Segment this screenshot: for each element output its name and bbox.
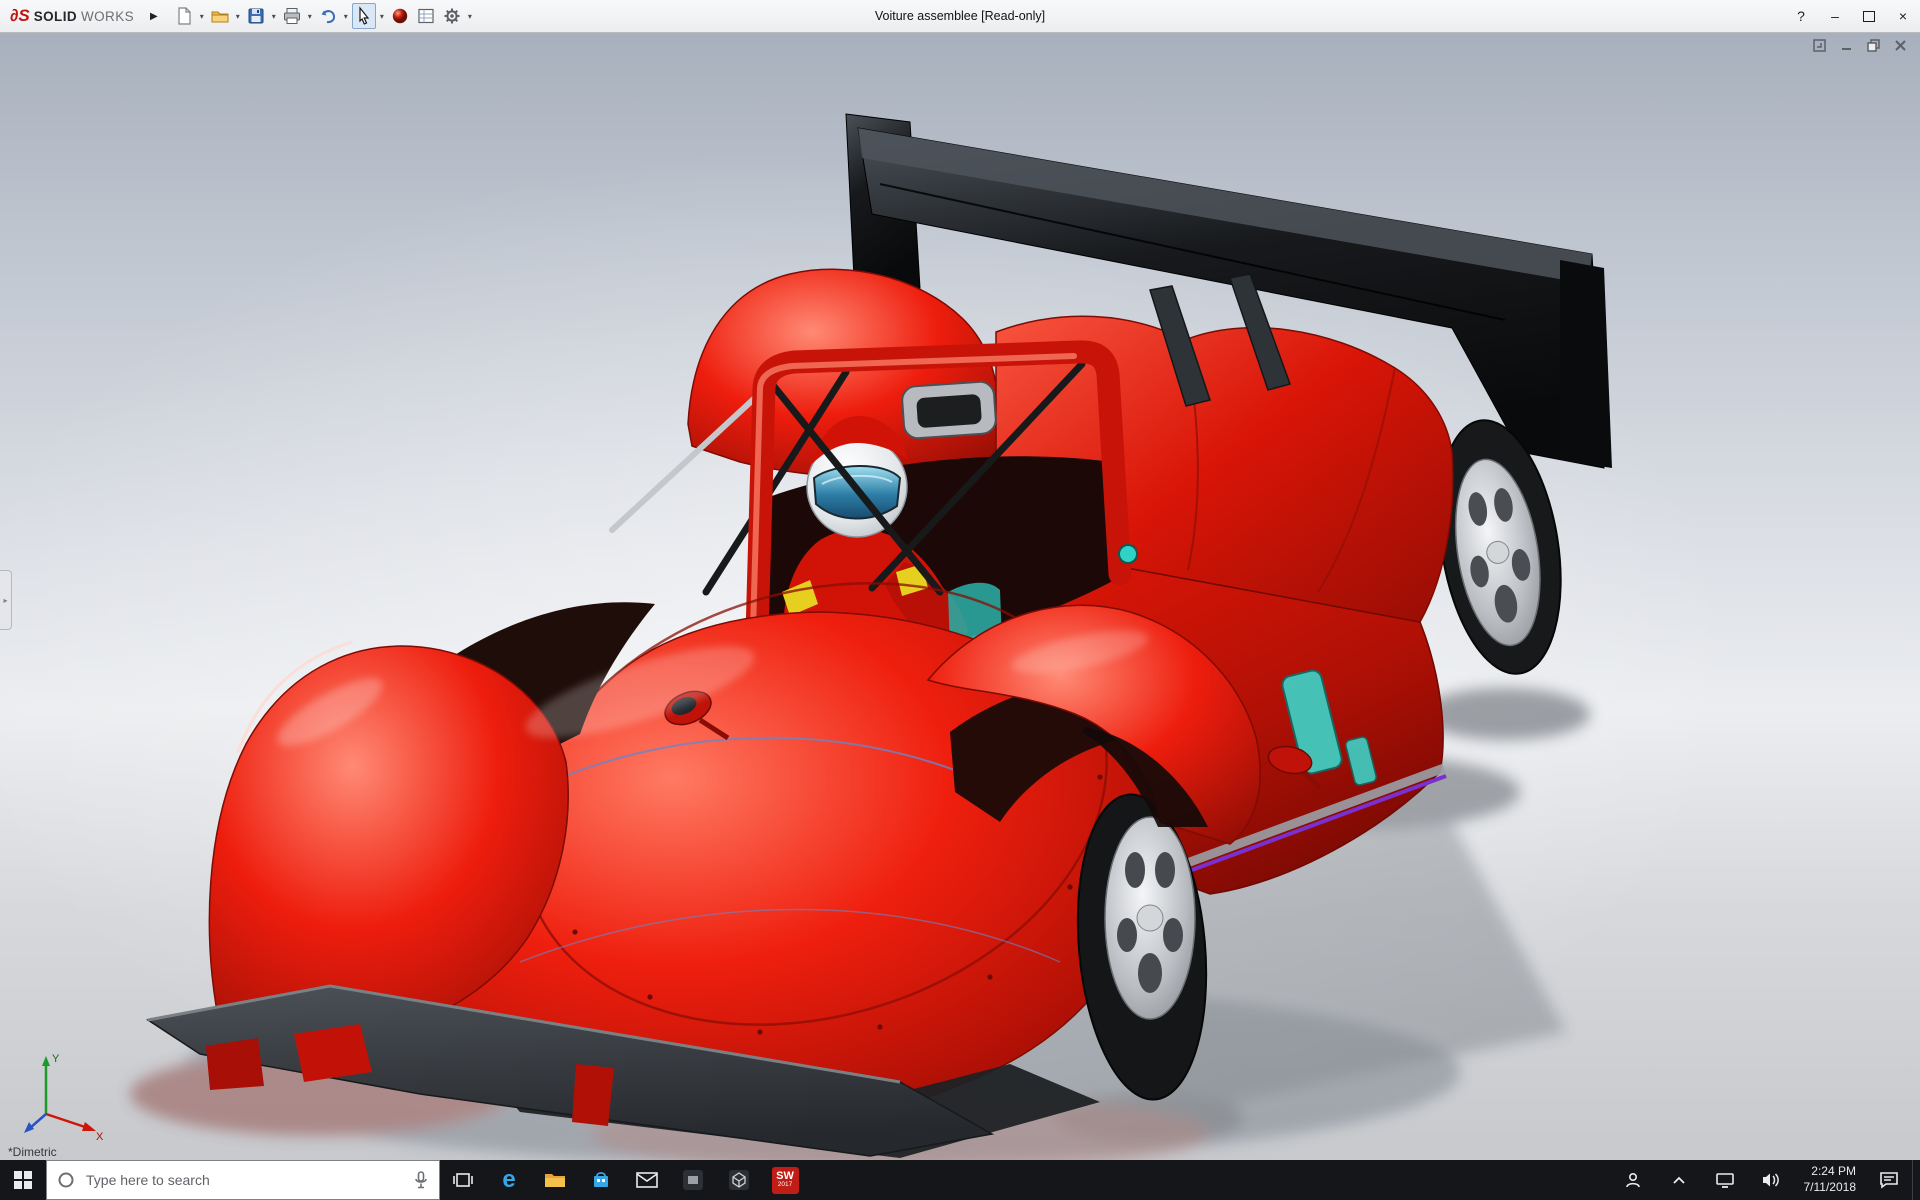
undo-button[interactable] [316, 3, 340, 29]
search-icon [58, 1172, 74, 1188]
volume-icon [1762, 1173, 1779, 1187]
dark-app-2-icon [729, 1170, 749, 1190]
save-button[interactable] [244, 3, 268, 29]
drawing-sheet-button[interactable] [414, 3, 438, 29]
titlebar: ∂S SOLID WORKS ▶ ▾ ▾ ▾ ▾ ▾ ▾ ▾ Voiture a… [0, 0, 1920, 33]
options-gear-icon [444, 8, 460, 24]
model-scene [130, 113, 1612, 1160]
brand-works: WORKS [81, 9, 135, 24]
view-orientation-label: *Dimetric [8, 1145, 57, 1159]
file-explorer-icon [545, 1174, 565, 1187]
open-folder-icon [211, 11, 229, 23]
window-title: Voiture assemblee [Read-only] [874, 9, 1046, 23]
new-dropdown-caret[interactable]: ▾ [198, 12, 206, 21]
people-button[interactable] [1610, 1160, 1656, 1200]
doc-close-icon[interactable] [1893, 38, 1908, 53]
dark-app-1-icon [683, 1170, 703, 1190]
maximize-button[interactable] [1852, 0, 1886, 32]
doc-restore-icon[interactable] [1866, 38, 1881, 53]
new-document-button[interactable] [172, 3, 196, 29]
clock-date: 7/11/2018 [1803, 1180, 1857, 1194]
taskbar-search[interactable] [46, 1160, 440, 1200]
doc-minimize-icon[interactable] [1839, 38, 1854, 53]
taskbar-mail-button[interactable] [624, 1160, 670, 1200]
select-dropdown-caret[interactable]: ▾ [378, 12, 386, 21]
taskbar-file-explorer-button[interactable] [532, 1160, 578, 1200]
print-icon [283, 8, 300, 24]
triad-y-label: Y [52, 1053, 60, 1065]
close-button[interactable]: × [1886, 0, 1920, 32]
dassault-3ds-logo-icon: ∂S [10, 6, 30, 25]
menu-flyout-arrow[interactable]: ▶ [142, 7, 166, 26]
save-dropdown-caret[interactable]: ▾ [270, 12, 278, 21]
appearance-sphere-icon [392, 8, 408, 24]
new-document-icon [178, 7, 191, 25]
show-desktop-button[interactable] [1912, 1160, 1920, 1200]
undo-dropdown-caret[interactable]: ▾ [342, 12, 350, 21]
system-tray: 2:24 PM 7/11/2018 [1610, 1160, 1920, 1200]
select-tool-button[interactable] [351, 3, 376, 29]
document-window-controls [1812, 38, 1908, 53]
chevron-up-icon [1672, 1176, 1685, 1184]
microphone-icon[interactable] [413, 1171, 429, 1189]
options-button[interactable] [440, 3, 464, 29]
windows-taskbar: e [0, 1160, 1920, 1200]
clock-time: 2:24 PM [1811, 1164, 1856, 1179]
volume-button[interactable] [1748, 1160, 1794, 1200]
network-icon [1715, 1173, 1734, 1188]
taskbar-store-button[interactable] [578, 1160, 624, 1200]
maximize-icon [1863, 10, 1875, 22]
main-toolbar: ▾ ▾ ▾ ▾ ▾ ▾ ▾ [172, 3, 474, 29]
save-floppy-icon [248, 8, 264, 24]
start-button[interactable] [0, 1160, 46, 1200]
print-button[interactable] [280, 3, 304, 29]
taskbar-clock[interactable]: 2:24 PM 7/11/2018 [1794, 1160, 1867, 1200]
options-dropdown-caret[interactable]: ▾ [466, 12, 474, 21]
taskbar-edge-button[interactable]: e [486, 1160, 532, 1200]
minimize-button[interactable]: – [1818, 0, 1852, 32]
doc-menu-icon[interactable] [1812, 38, 1827, 53]
notifications-button[interactable] [1866, 1160, 1912, 1200]
task-view-icon [453, 1173, 473, 1187]
people-icon [1625, 1172, 1640, 1188]
windows-logo-icon [14, 1171, 32, 1189]
solidworks-icon: SW 2017 [771, 1166, 799, 1194]
undo-arrow-icon [321, 10, 335, 24]
search-input[interactable] [84, 1171, 404, 1189]
triad-x-label: X [96, 1131, 104, 1140]
graphics-area[interactable]: ▸ Y X *Dimetric [0, 32, 1920, 1160]
edge-icon: e [502, 1166, 516, 1193]
network-button[interactable] [1702, 1160, 1748, 1200]
drawing-sheet-icon [418, 8, 434, 24]
appearance-button[interactable] [388, 3, 412, 29]
taskbar-app-dark-2-button[interactable] [716, 1160, 762, 1200]
window-controls: ? – × [1784, 0, 1920, 32]
open-dropdown-caret[interactable]: ▾ [234, 12, 242, 21]
teal-indicator [1118, 544, 1138, 564]
taskbar-app-dark-1-button[interactable] [670, 1160, 716, 1200]
brand-solid: SOLID [33, 9, 78, 24]
action-center-icon [1880, 1172, 1898, 1189]
orientation-triad: Y X [24, 1053, 104, 1140]
open-button[interactable] [208, 3, 232, 29]
intake-scoop[interactable] [901, 380, 997, 440]
hidden-icons-button[interactable] [1656, 1160, 1702, 1200]
help-button[interactable]: ? [1784, 0, 1818, 32]
select-arrow-icon [359, 6, 370, 25]
store-icon [594, 1172, 608, 1187]
solidworks-menu-logo[interactable]: ∂S SOLID WORKS [0, 6, 142, 26]
mail-icon [636, 1172, 658, 1188]
solidworks-window: ∂S SOLID WORKS ▶ ▾ ▾ ▾ ▾ ▾ ▾ ▾ Voiture a… [0, 0, 1920, 1200]
task-view-button[interactable] [440, 1160, 486, 1200]
taskbar-solidworks-button[interactable]: SW 2017 [762, 1160, 808, 1200]
feature-panel-collapsed-tab[interactable]: ▸ [0, 570, 12, 630]
print-dropdown-caret[interactable]: ▾ [306, 12, 314, 21]
